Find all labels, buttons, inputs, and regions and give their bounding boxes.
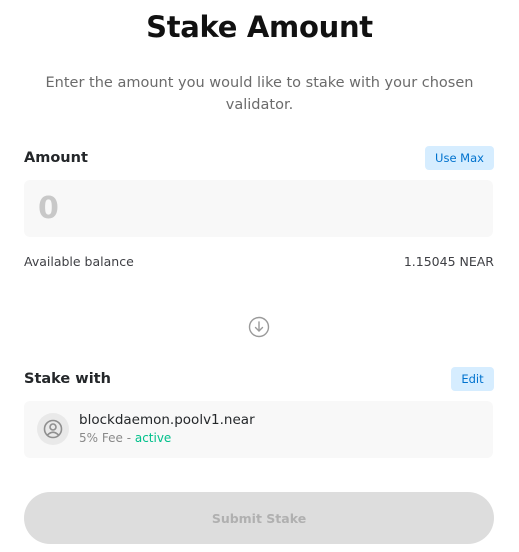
arrow-down-circle-icon [248,316,270,338]
submit-stake-button[interactable]: Submit Stake [24,492,494,544]
validator-status: active [134,431,172,445]
validator-avatar-icon [37,413,69,445]
stake-amount-page: Stake Amount Enter the amount you would … [0,0,519,552]
stake-with-label: Stake with [24,371,111,387]
selected-validator[interactable]: blockdaemon.poolv1.near 5% Fee - active [24,401,493,458]
page-subtitle: Enter the amount you would like to stake… [45,75,474,113]
use-max-button[interactable]: Use Max [425,146,494,170]
validator-meta-separator: - [122,431,135,445]
page-title: Stake Amount [146,10,373,44]
validator-name: blockdaemon.poolv1.near [79,412,255,428]
amount-label: Amount [24,150,88,166]
amount-field [24,180,493,237]
amount-input[interactable] [38,180,478,237]
edit-validator-button[interactable]: Edit [451,367,494,391]
available-balance-label: Available balance [24,254,134,269]
validator-fee: 5% Fee [79,431,123,445]
available-balance-value: 1.15045 NEAR [403,254,494,269]
validator-meta: 5% Fee - active [79,431,171,445]
